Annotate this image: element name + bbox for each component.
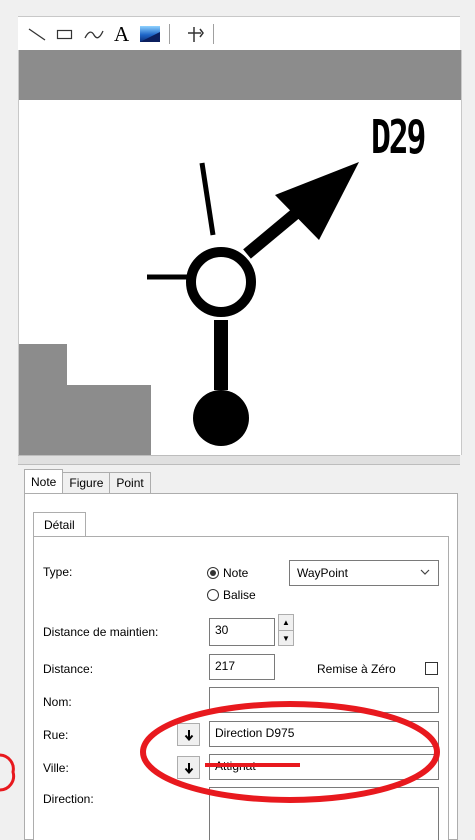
direction-input[interactable] <box>209 787 439 840</box>
type-radio-balise-label: Balise <box>223 588 256 602</box>
distance-maintien-label: Distance de maintien: <box>43 625 159 639</box>
tab-point-label: Point <box>116 476 144 490</box>
toolbar-separator <box>169 24 174 44</box>
color-fill-button[interactable] <box>139 21 161 47</box>
arrow-down-icon <box>184 762 193 774</box>
remise-a-zero-checkbox[interactable] <box>425 662 438 675</box>
inner-tab-bar: Détail <box>33 512 86 536</box>
tab-figure-label: Figure <box>69 476 104 490</box>
ville-input[interactable]: Attignat <box>209 754 439 780</box>
spin-up-icon[interactable]: ▲ <box>279 615 293 630</box>
outer-tab-bar: Note Figure Point <box>24 469 151 493</box>
junction-tool-button[interactable] <box>183 21 205 47</box>
type-radio-note[interactable]: Note <box>207 566 248 580</box>
curve-tool-icon <box>84 30 104 39</box>
text-tool-button[interactable]: A <box>114 21 129 47</box>
radio-checked-icon <box>207 567 219 579</box>
red-circle-fragment <box>0 753 16 792</box>
panel-splitter[interactable] <box>18 455 460 465</box>
arrow-down-icon <box>184 729 193 741</box>
spin-down-icon[interactable]: ▼ <box>279 630 293 646</box>
exit-arrow-shaft <box>243 204 305 259</box>
start-point-dot <box>193 390 249 446</box>
radio-unchecked-icon <box>207 589 219 601</box>
distance-maintien-spinner[interactable]: ▲ ▼ <box>278 614 294 646</box>
type-radio-note-label: Note <box>223 566 249 580</box>
line-tool-icon <box>28 28 46 41</box>
chevron-down-icon <box>420 569 430 575</box>
ville-fill-button[interactable] <box>177 756 200 779</box>
junction-tool-icon <box>188 27 205 42</box>
tab-detail-label: Détail <box>44 517 75 532</box>
rectangle-tool-button[interactable] <box>56 21 74 47</box>
exit-branch-north <box>199 162 216 236</box>
detail-panel: Type: Note Balise WayPoint Distance de m… <box>33 536 449 840</box>
rue-label: Rue: <box>43 728 69 742</box>
distance-maintien-input[interactable]: 30 <box>209 618 275 646</box>
distance-input[interactable]: 217 <box>209 654 275 680</box>
rue-input[interactable]: Direction D975 <box>209 721 439 747</box>
top-gray-band <box>19 50 461 100</box>
tab-figure[interactable]: Figure <box>62 472 111 493</box>
nom-label: Nom: <box>43 695 72 709</box>
type-dropdown-value: WayPoint <box>297 566 348 580</box>
gray-block <box>19 344 151 455</box>
tab-note-label: Note <box>31 474 57 489</box>
ville-label: Ville: <box>43 761 69 775</box>
roundabout-circle <box>186 247 256 317</box>
type-dropdown[interactable]: WayPoint <box>289 560 439 586</box>
rectangle-tool-icon <box>56 29 73 40</box>
tab-detail[interactable]: Détail <box>33 512 86 536</box>
color-fill-icon <box>140 26 161 42</box>
nom-input[interactable] <box>209 687 439 713</box>
tab-point[interactable]: Point <box>109 472 151 493</box>
remise-a-zero-label: Remise à Zéro <box>317 662 396 676</box>
drawing-toolbar: A <box>18 16 460 51</box>
road-label: D29 <box>371 110 427 164</box>
rue-fill-button[interactable] <box>177 723 200 746</box>
text-tool-icon: A <box>114 22 130 46</box>
direction-arrow-icon <box>275 162 359 240</box>
note-panel: Détail Type: Note Balise WayPoint Distan… <box>24 493 458 840</box>
toolbar-separator <box>213 24 218 44</box>
distance-label: Distance: <box>43 662 94 676</box>
tab-note[interactable]: Note <box>24 469 64 493</box>
type-label: Type: <box>43 565 73 579</box>
curve-tool-button[interactable] <box>84 21 104 47</box>
map-canvas[interactable]: D29 <box>18 50 462 455</box>
type-radio-balise[interactable]: Balise <box>207 588 256 602</box>
direction-label: Direction: <box>43 792 94 806</box>
line-tool-button[interactable] <box>28 21 46 47</box>
